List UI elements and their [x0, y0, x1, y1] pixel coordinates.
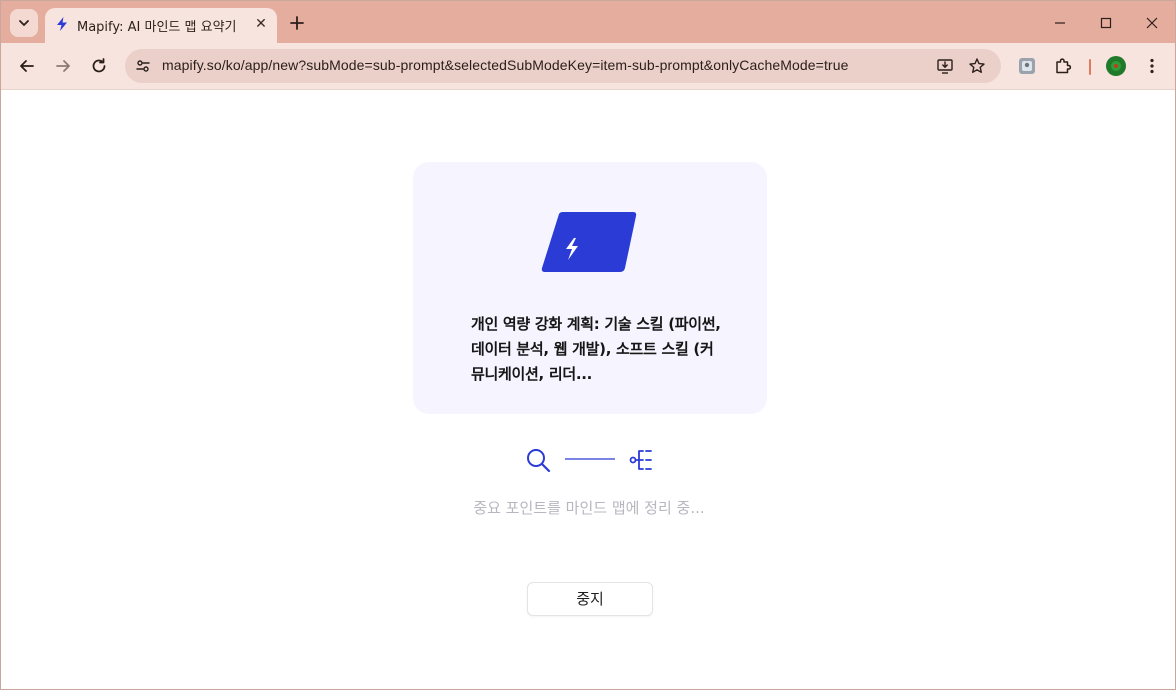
puzzle-icon — [1056, 58, 1072, 74]
install-app-button[interactable] — [935, 56, 955, 76]
more-vert-icon — [1150, 58, 1154, 74]
search-icon — [527, 449, 551, 473]
stop-button[interactable]: 중지 — [527, 582, 653, 616]
progress-indicator — [525, 445, 657, 473]
tab-title: Mapify: AI 마인드 맵 요약기 — [77, 20, 237, 35]
browser-menu-button[interactable] — [1140, 54, 1164, 78]
back-button[interactable] — [13, 52, 41, 80]
star-icon — [969, 58, 985, 73]
extension-button[interactable] — [1015, 54, 1039, 78]
browser-toolbar: mapify.so/ko/app/new?subMode=sub-prompt&… — [1, 43, 1175, 90]
tab-mapify[interactable]: Mapify: AI 마인드 맵 요약기 ✕ — [45, 8, 277, 43]
reload-icon — [92, 58, 106, 73]
reload-button[interactable] — [85, 52, 113, 80]
toolbar-divider — [1089, 59, 1091, 75]
minimize-icon — [1055, 22, 1065, 24]
maximize-icon — [1100, 17, 1112, 29]
tab-search-button[interactable] — [10, 9, 38, 37]
tab-close-icon[interactable]: ✕ — [253, 16, 269, 32]
close-icon — [1146, 17, 1158, 29]
mindmap-tree-icon — [629, 450, 652, 470]
install-app-icon — [937, 59, 953, 74]
close-window-button[interactable] — [1129, 9, 1175, 37]
extensions-menu-button[interactable] — [1051, 54, 1075, 78]
lightning-card-icon — [541, 212, 637, 272]
url-text[interactable]: mapify.so/ko/app/new?subMode=sub-prompt&… — [162, 57, 848, 73]
browser-window: Mapify: AI 마인드 맵 요약기 ✕ mapify.so/ko/app/… — [0, 0, 1176, 690]
extension-app-icon — [1019, 58, 1035, 74]
bookmark-button[interactable] — [967, 56, 987, 76]
tune-icon — [136, 60, 150, 72]
tab-strip: Mapify: AI 마인드 맵 요약기 ✕ — [1, 1, 1175, 43]
arrow-right-icon — [56, 60, 70, 72]
forward-button[interactable] — [49, 52, 77, 80]
maximize-button[interactable] — [1083, 9, 1129, 37]
chevron-down-icon — [19, 20, 29, 26]
summary-card: 개인 역량 강화 계획: 기술 스킬 (파이썬, 데이터 분석, 웹 개발), … — [413, 162, 767, 414]
page-content: 개인 역량 강화 계획: 기술 스킬 (파이썬, 데이터 분석, 웹 개발), … — [1, 90, 1175, 689]
address-bar[interactable]: mapify.so/ko/app/new?subMode=sub-prompt&… — [125, 49, 1001, 83]
arrow-left-icon — [20, 60, 34, 72]
minimize-button[interactable] — [1037, 9, 1083, 37]
status-message: 중요 포인트를 마인드 맵에 정리 중... — [473, 499, 705, 517]
card-title: 개인 역량 강화 계획: 기술 스킬 (파이썬, 데이터 분석, 웹 개발), … — [471, 315, 721, 383]
avatar — [1106, 56, 1126, 76]
new-tab-button[interactable] — [285, 11, 309, 35]
profile-button[interactable] — [1104, 54, 1128, 78]
plus-icon — [290, 16, 304, 30]
site-info-button[interactable] — [133, 56, 153, 76]
mapify-favicon-icon — [57, 17, 67, 31]
progress-line — [565, 458, 615, 460]
